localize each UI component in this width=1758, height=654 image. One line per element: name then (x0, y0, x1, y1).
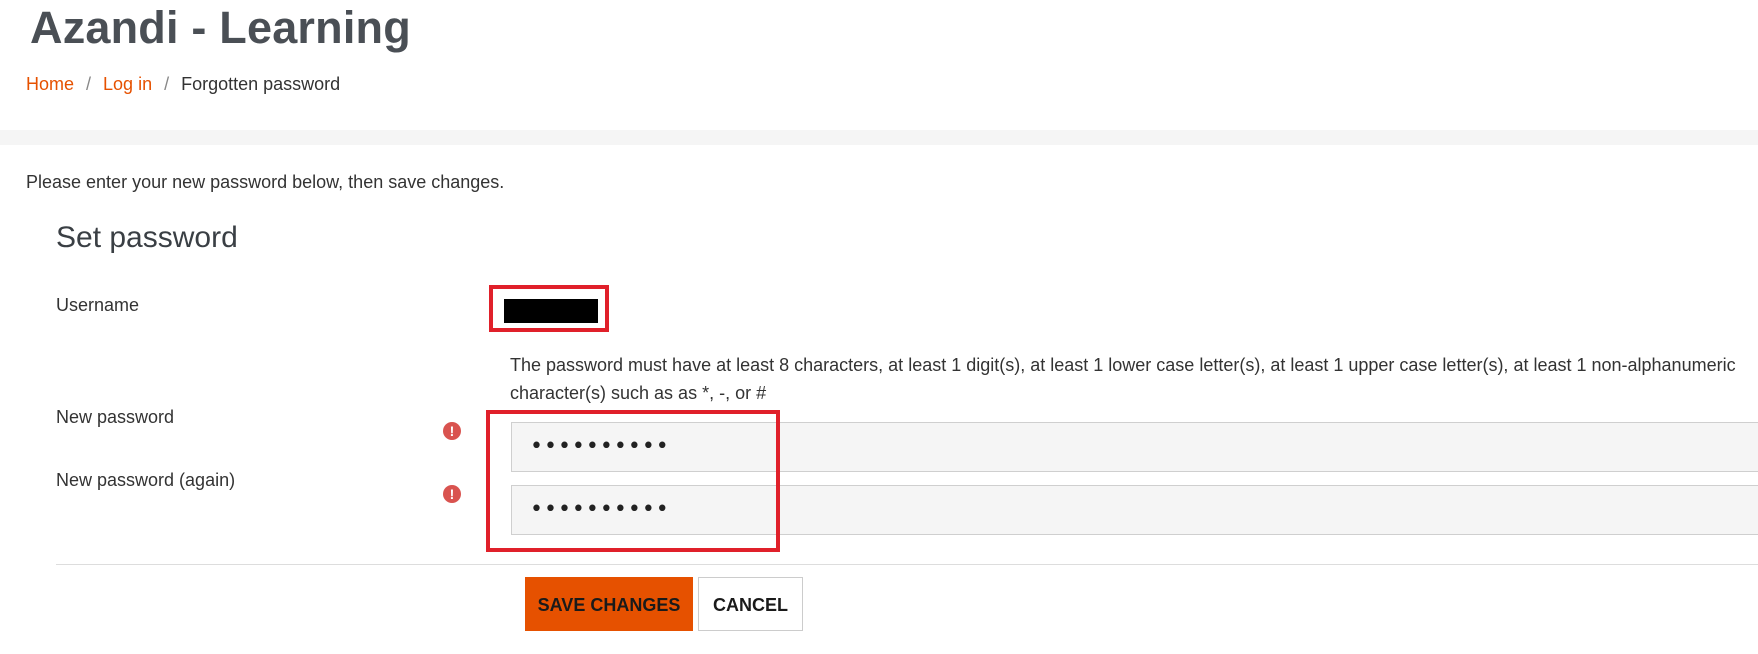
username-highlight-box (489, 285, 609, 332)
password-fields-highlight-box (486, 410, 780, 552)
exclamation-circle-icon: ! (443, 485, 461, 503)
cancel-button[interactable]: Cancel (698, 577, 803, 631)
section-divider-band (0, 130, 1758, 145)
new-password-again-label: New password (again) (56, 470, 236, 490)
exclamation-circle-icon: ! (443, 422, 461, 440)
breadcrumb-login-link[interactable]: Log in (103, 74, 152, 95)
breadcrumb: Home / Log in / Forgotten password (26, 74, 340, 95)
breadcrumb-separator: / (164, 74, 170, 94)
save-changes-button[interactable]: Save changes (525, 577, 693, 631)
site-title[interactable]: Azandi - Learning (30, 2, 411, 54)
set-password-legend: Set password (56, 221, 238, 254)
form-divider (56, 564, 1758, 565)
breadcrumb-separator: / (86, 74, 92, 94)
page-header: Azandi - Learning Home / Log in / Forgot… (0, 0, 1758, 130)
set-password-region: Please enter your new password below, th… (0, 145, 1758, 654)
intro-text: Please enter your new password below, th… (26, 172, 505, 192)
breadcrumb-home-link[interactable]: Home (26, 74, 74, 95)
password-policy-text: The password must have at least 8 charac… (510, 355, 1736, 403)
breadcrumb-current: Forgotten password (181, 74, 341, 94)
new-password-label: New password (56, 407, 175, 427)
username-label: Username (56, 295, 140, 315)
